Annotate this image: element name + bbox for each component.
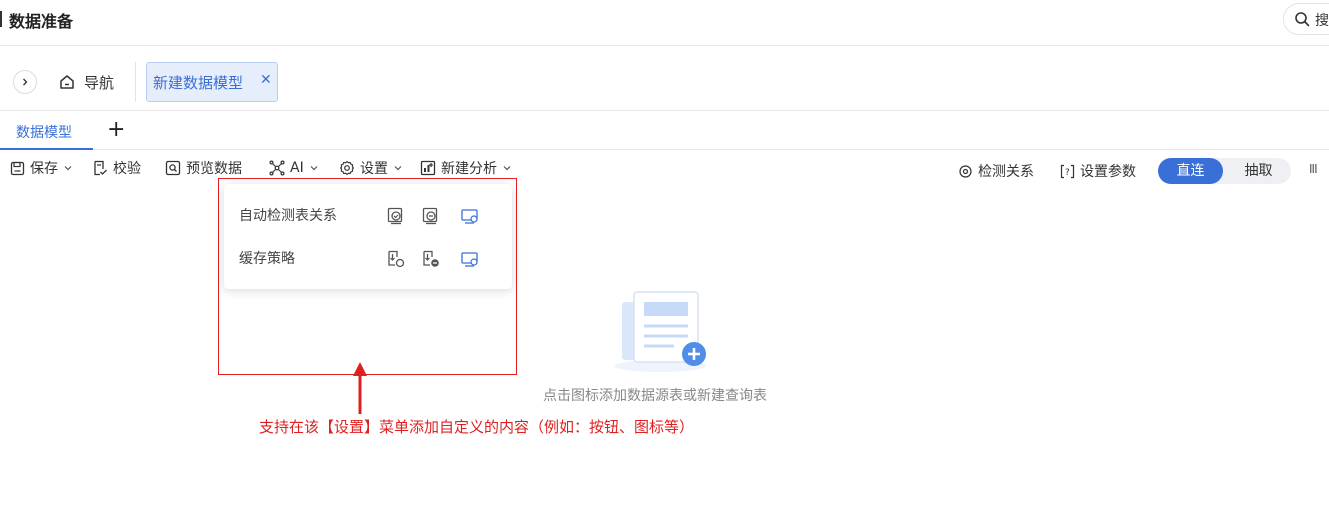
- new-analysis-label: 新建分析: [441, 161, 497, 177]
- ai-button[interactable]: AI: [269, 156, 319, 180]
- mode-direct-option[interactable]: 直连: [1158, 158, 1223, 184]
- save-icon: [10, 161, 25, 175]
- validate-icon: [94, 160, 107, 176]
- tab-data-model[interactable]: 数据模型: [0, 112, 93, 150]
- page-title: 数据准备: [9, 12, 74, 31]
- tab-label: 新建数据模型: [153, 74, 244, 92]
- detect-relations-button[interactable]: 检测关系: [958, 159, 1034, 183]
- preview-icon: [165, 160, 181, 176]
- columns-icon[interactable]: III: [1309, 162, 1318, 176]
- chevron-right-icon: [23, 78, 28, 86]
- empty-state-illustration-icon: [614, 291, 706, 372]
- title-marker: [0, 11, 2, 27]
- set-params-label: 设置参数: [1080, 164, 1136, 180]
- annotation-arrow-icon: [353, 362, 367, 414]
- tab-new-data-model[interactable]: 新建数据模型 ✕: [146, 62, 278, 102]
- set-params-button[interactable]: ? 设置参数: [1060, 159, 1136, 183]
- nav-home-tab[interactable]: 导航: [58, 71, 114, 93]
- chevron-down-icon: [394, 166, 402, 171]
- preview-label: 预览数据: [186, 161, 242, 177]
- analysis-icon: [420, 160, 436, 176]
- home-icon: [60, 75, 74, 89]
- tab-data-model-label: 数据模型: [16, 125, 72, 141]
- add-model-tab-button[interactable]: +: [107, 119, 125, 141]
- annotation-highlight-box: [218, 178, 517, 375]
- gear-icon: [339, 160, 355, 176]
- model-tabs-row: 数据模型 +: [0, 112, 1329, 150]
- ai-network-icon: [269, 160, 285, 176]
- chevron-down-icon: [310, 166, 318, 171]
- validate-label: 校验: [113, 161, 141, 177]
- expand-sidebar-button[interactable]: [13, 70, 37, 94]
- search-icon: [1295, 12, 1310, 27]
- new-analysis-button[interactable]: 新建分析: [420, 156, 512, 180]
- tab-divider: [135, 62, 136, 102]
- global-search[interactable]: 搜: [1283, 3, 1329, 35]
- top-header: 数据准备 搜: [0, 0, 1329, 46]
- detect-icon: [959, 164, 972, 178]
- ai-label: AI: [290, 160, 304, 176]
- search-text: 搜: [1315, 13, 1329, 29]
- validate-button[interactable]: 校验: [92, 156, 141, 180]
- empty-state-text: 点击图标添加数据源表或新建查询表: [543, 388, 767, 404]
- nav-home-label: 导航: [84, 73, 115, 92]
- chevron-down-icon: [503, 166, 511, 171]
- close-icon[interactable]: ✕: [260, 72, 272, 88]
- svg-text:?: ?: [1065, 168, 1070, 178]
- save-button[interactable]: 保存: [10, 156, 73, 180]
- preview-data-button[interactable]: 预览数据: [165, 156, 242, 180]
- save-label: 保存: [30, 161, 58, 177]
- page-tabs-row: 导航 新建数据模型 ✕: [0, 47, 1329, 111]
- connection-mode-toggle[interactable]: 直连 抽取: [1158, 158, 1291, 184]
- settings-button[interactable]: 设置: [339, 156, 403, 180]
- mode-extract-option[interactable]: 抽取: [1226, 158, 1291, 184]
- detect-relations-label: 检测关系: [978, 164, 1034, 180]
- chevron-down-icon: [64, 166, 72, 171]
- params-icon: ?: [1060, 164, 1075, 178]
- settings-label: 设置: [360, 161, 388, 177]
- annotation-note: 支持在该【设置】菜单添加自定义的内容（例如：按钮、图标等）: [259, 418, 695, 436]
